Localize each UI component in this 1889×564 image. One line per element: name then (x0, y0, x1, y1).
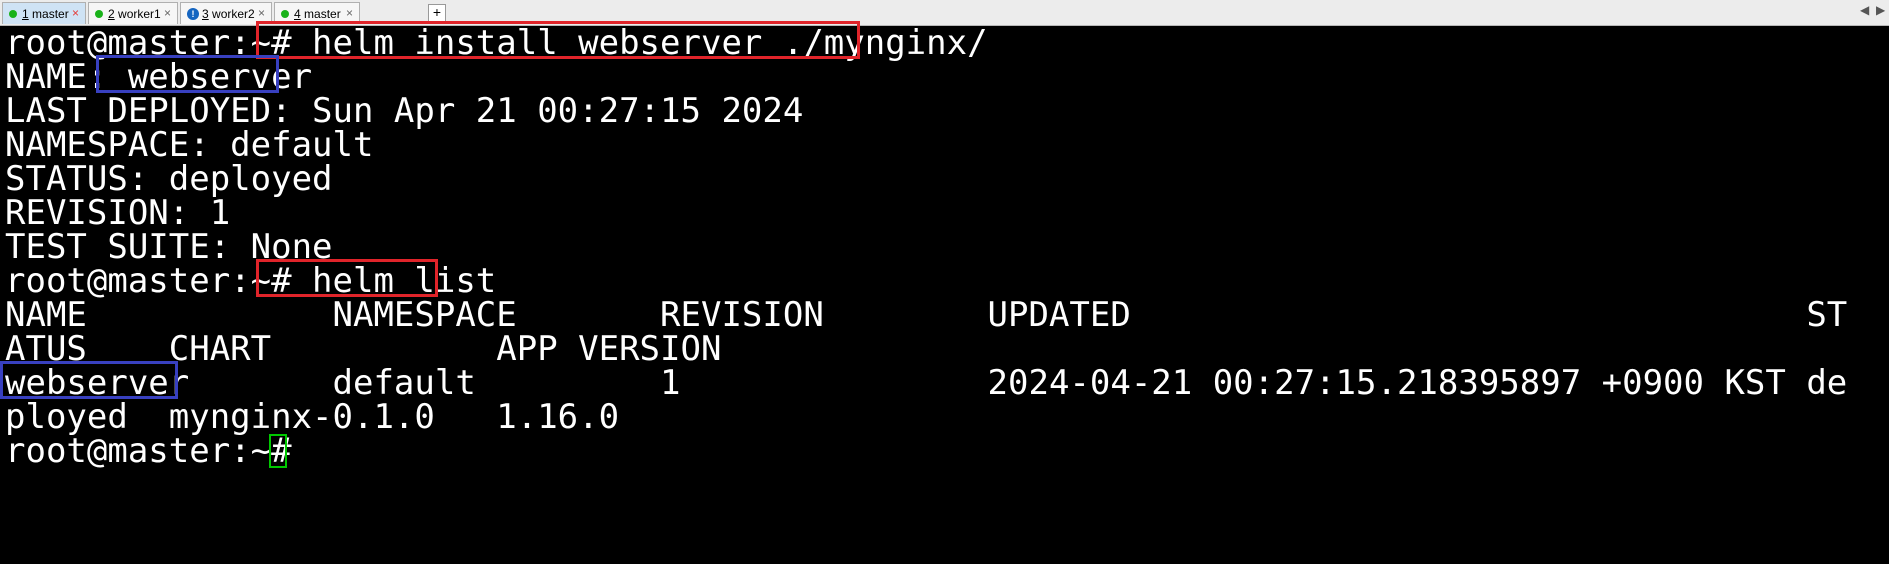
tab-label: master (32, 6, 69, 21)
add-tab-button[interactable]: + (428, 4, 446, 22)
terminal-line: ployed mynginx-0.1.0 1.16.0 (5, 397, 620, 437)
terminal-line: root@master:~# (5, 431, 313, 471)
connected-status-icon (95, 9, 103, 18)
close-tab-icon[interactable]: × (346, 6, 353, 20)
terminal-line: REVISION: 1 (5, 193, 231, 233)
connected-status-icon (9, 9, 17, 18)
info-status-icon: ! (187, 7, 199, 20)
tab-1-master[interactable]: 1 master × (2, 2, 86, 24)
tab-number: 3 (202, 6, 209, 21)
command-highlight-box (256, 259, 438, 297)
release-name-highlight-box (0, 361, 178, 399)
close-tab-icon[interactable]: × (164, 6, 171, 20)
tab-2-worker1[interactable]: 2 worker1 × (88, 2, 178, 24)
scroll-tabs-right-icon[interactable]: ▶ (1876, 3, 1885, 17)
terminal-line: NAME NAMESPACE REVISION UPDATED ST (5, 295, 1848, 335)
tab-label: master (304, 6, 341, 21)
release-name-highlight-box (96, 55, 279, 93)
close-tab-icon[interactable]: × (258, 6, 265, 20)
tab-label: worker1 (118, 6, 161, 21)
tab-number: 2 (108, 6, 115, 21)
tab-label: worker2 (212, 6, 255, 21)
connected-status-icon (281, 9, 289, 18)
terminal-cursor (269, 434, 287, 468)
terminal-output[interactable]: root@master:~# helm install webserver ./… (0, 21, 1889, 564)
close-tab-icon[interactable]: × (72, 6, 79, 20)
command-highlight-box (256, 21, 860, 59)
tab-number: 4 (294, 6, 301, 21)
terminal-line: NAMESPACE: default (5, 125, 374, 165)
tab-number: 1 (22, 6, 29, 21)
scroll-tabs-left-icon[interactable]: ◀ (1860, 3, 1869, 17)
terminal-line: LAST DEPLOYED: Sun Apr 21 00:27:15 2024 (5, 91, 804, 131)
terminal-line: webserver default 1 2024-04-21 00:27:15.… (5, 363, 1848, 403)
terminal-line: STATUS: deployed (5, 159, 333, 199)
